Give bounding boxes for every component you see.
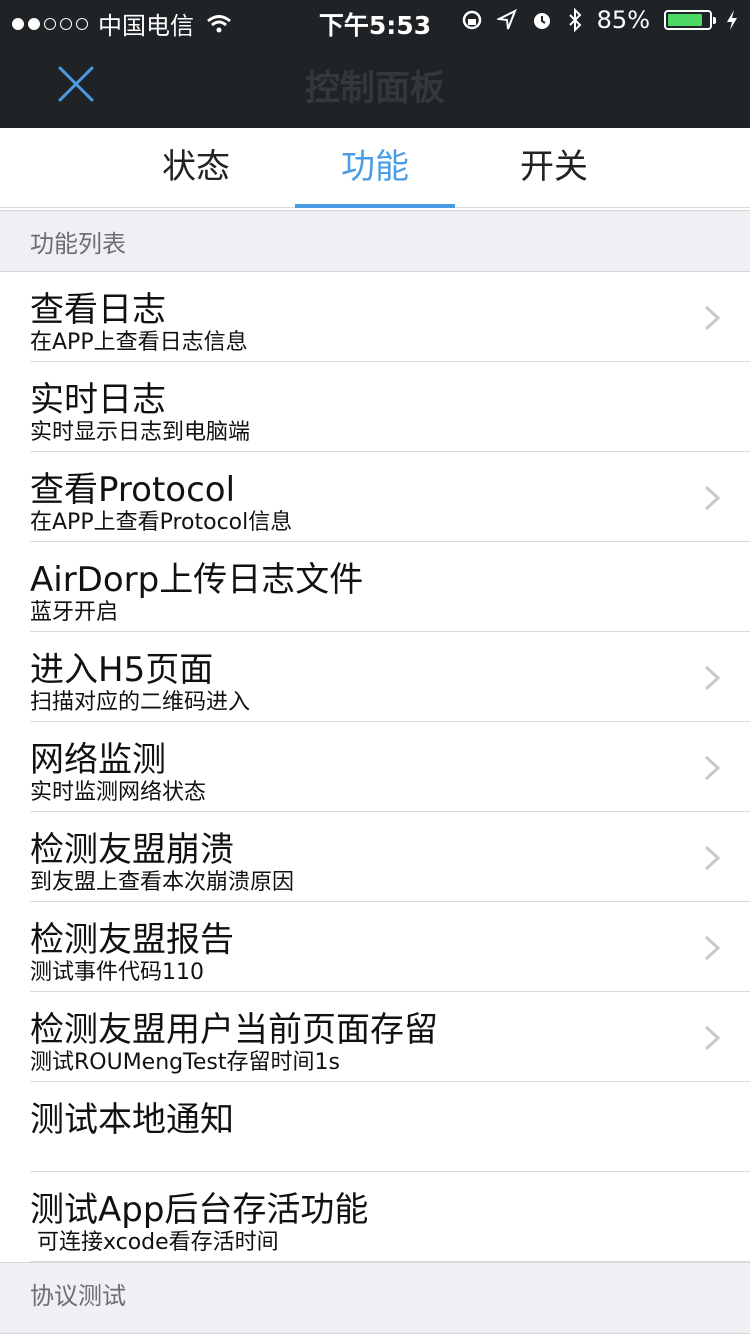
status-right: 85% xyxy=(461,6,738,34)
battery-percent: 85% xyxy=(596,6,650,34)
list-item-local-notification[interactable]: 测试本地通知 xyxy=(0,1082,750,1172)
list-item-subtitle: 到友盟上查看本次崩溃原因 xyxy=(30,870,295,895)
chevron-right-icon xyxy=(704,755,720,781)
list-item-h5-page[interactable]: 进入H5页面 扫描对应的二维码进入 xyxy=(0,632,750,722)
battery-icon xyxy=(664,10,716,30)
list-item-umeng-page-stay[interactable]: 检测友盟用户当前页面存留 测试ROUMengTest存留时间1s xyxy=(0,992,750,1082)
battery-level xyxy=(668,14,702,26)
list-item-realtime-log[interactable]: 实时日志 实时显示日志到电脑端 xyxy=(0,362,750,452)
alarm-icon xyxy=(533,13,550,29)
section-header-functions: 功能列表 xyxy=(0,210,750,272)
tab-switches[interactable]: 开关 xyxy=(474,128,634,208)
list-item-subtitle: 扫描对应的二维码进入 xyxy=(30,690,251,715)
list-item-subtitle: 测试事件代码110 xyxy=(30,960,204,985)
list-item-subtitle: 在APP上查看日志信息 xyxy=(30,330,248,355)
list-item-subtitle: 可连接xcode看存活时间 xyxy=(30,1230,279,1255)
chevron-right-icon xyxy=(704,1025,720,1051)
function-list: 查看日志 在APP上查看日志信息 实时日志 实时显示日志到电脑端 查看Proto… xyxy=(0,272,750,1262)
tab-functions[interactable]: 功能 xyxy=(295,128,455,208)
list-item-view-log[interactable]: 查看日志 在APP上查看日志信息 xyxy=(0,272,750,362)
tab-bar: 状态 功能 开关 xyxy=(0,128,750,208)
charging-icon xyxy=(727,10,737,30)
list-item-view-protocol[interactable]: 查看Protocol 在APP上查看Protocol信息 xyxy=(0,452,750,542)
nav-bar: 控制面板 xyxy=(0,40,750,128)
status-bar: 中国电信 下午5:53 85% xyxy=(0,0,750,40)
list-item-background-alive[interactable]: 测试App后台存活功能 可连接xcode看存活时间 xyxy=(0,1172,750,1262)
chevron-right-icon xyxy=(704,935,720,961)
section-header-protocol: 协议测试 xyxy=(0,1262,750,1334)
list-item-airdrop-upload[interactable]: AirDorp上传日志文件 蓝牙开启 xyxy=(0,542,750,632)
chevron-right-icon xyxy=(704,845,720,871)
location-icon xyxy=(496,9,517,30)
list-item-title: 测试本地通知 xyxy=(30,1100,234,1140)
chevron-right-icon xyxy=(704,665,720,691)
list-item-subtitle: 测试ROUMengTest存留时间1s xyxy=(30,1050,340,1075)
rotation-lock-icon xyxy=(462,10,481,30)
list-item-subtitle: 在APP上查看Protocol信息 xyxy=(30,510,293,535)
list-item-subtitle: 实时监测网络状态 xyxy=(30,780,207,805)
list-item-subtitle: 蓝牙开启 xyxy=(30,600,119,625)
page-title: 控制面板 xyxy=(304,69,445,109)
chevron-right-icon xyxy=(704,305,720,331)
chevron-right-icon xyxy=(704,485,720,511)
bluetooth-icon xyxy=(568,8,582,32)
list-item-umeng-report[interactable]: 检测友盟报告 测试事件代码110 xyxy=(0,902,750,992)
list-item-network-monitor[interactable]: 网络监测 实时监测网络状态 xyxy=(0,722,750,812)
list-item-subtitle: 实时显示日志到电脑端 xyxy=(30,420,251,445)
list-item-umeng-crash[interactable]: 检测友盟崩溃 到友盟上查看本次崩溃原因 xyxy=(0,812,750,902)
tab-status[interactable]: 状态 xyxy=(116,128,276,208)
